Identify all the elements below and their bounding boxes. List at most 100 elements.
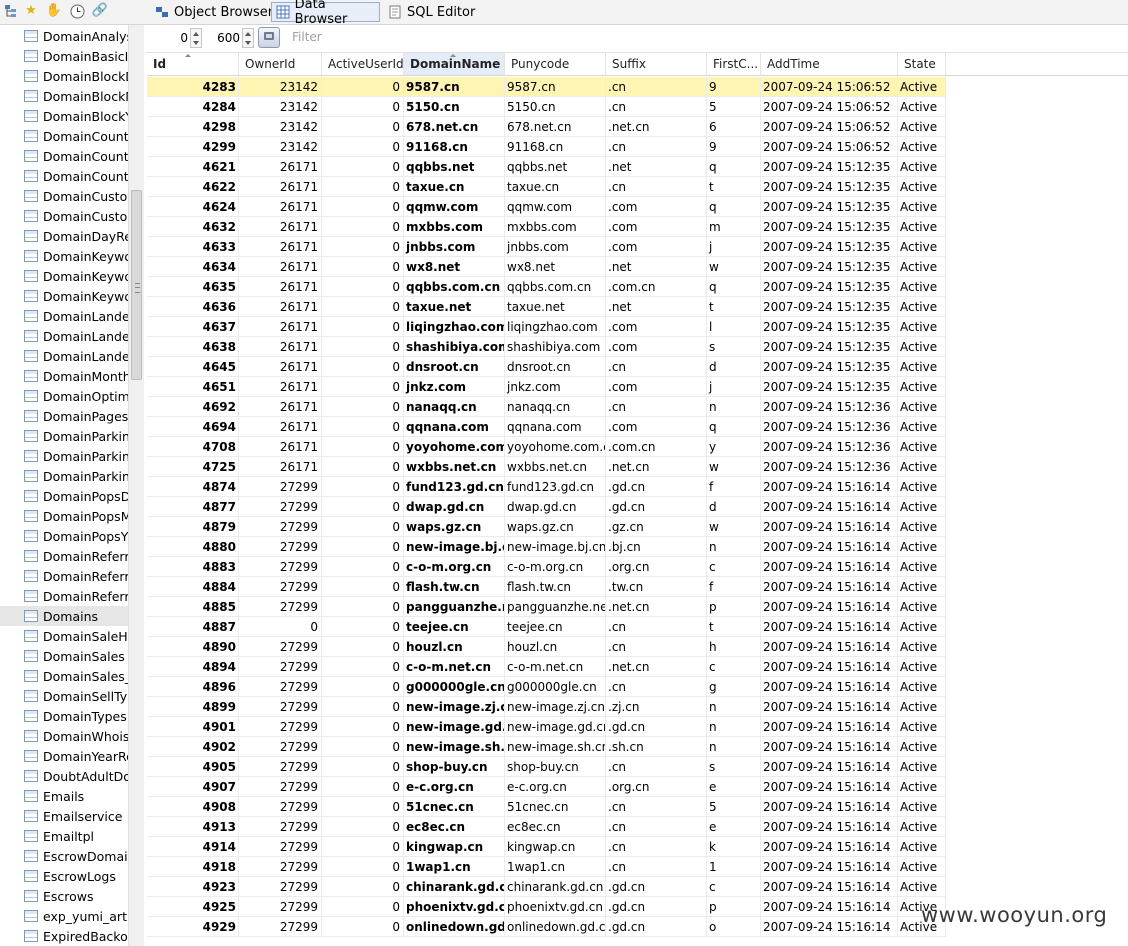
col-suffix-cell[interactable]: .net.cn — [606, 117, 707, 137]
col-id-cell[interactable]: 4634 — [147, 257, 239, 277]
col-suffix-cell[interactable]: .gd.cn — [606, 877, 707, 897]
col-firstchar-cell[interactable]: l — [707, 317, 761, 337]
table-row[interactable]: 4622 26171 0 taxue.cn taxue.cn .cn t 2007-09-24… — [147, 177, 946, 197]
col-state-cell[interactable]: Active — [898, 117, 946, 137]
table-row[interactable]: 4298 23142 0 678.net.cn 678.net.cn .net.cn 6 20… — [147, 117, 946, 137]
col-domainname-cell[interactable]: dnsroot.cn — [404, 357, 505, 377]
col-punycode-cell[interactable]: yoyohome.com.cn — [505, 437, 606, 457]
col-addtime-cell[interactable]: 2007-09-24 15:16:14 — [761, 777, 898, 797]
refresh-button[interactable] — [258, 27, 280, 48]
col-domainname-cell[interactable]: c-o-m.org.cn — [404, 557, 505, 577]
sidebar-item[interactable]: EscrowLogs — [0, 866, 128, 886]
col-activeuserid-cell[interactable]: 0 — [322, 697, 404, 717]
table-row[interactable]: 4899 27299 0 new-image.zj.c new-image.zj.cn.… — [147, 697, 946, 717]
col-addtime-cell[interactable]: 2007-09-24 15:16:14 — [761, 637, 898, 657]
table-row[interactable]: 4879 27299 0 waps.gz.cn waps.gz.cn .gz.cn w 200… — [147, 517, 946, 537]
col-state-cell[interactable]: Active — [898, 537, 946, 557]
col-suffix-cell[interactable]: .cn — [606, 857, 707, 877]
col-firstchar-cell[interactable]: p — [707, 897, 761, 917]
col-punycode-cell[interactable]: flash.tw.cn — [505, 577, 606, 597]
col-addtime-cell[interactable]: 2007-09-24 15:12:35 — [761, 157, 898, 177]
col-ownerid-cell[interactable]: 26171 — [239, 177, 322, 197]
col-punycode-cell[interactable]: 9587.cn — [505, 77, 606, 97]
col-ownerid-cell[interactable]: 27299 — [239, 657, 322, 677]
sidebar-item[interactable]: DomainSales — [0, 646, 128, 666]
col-state-cell[interactable]: Active — [898, 77, 946, 97]
col-addtime-cell[interactable]: 2007-09-24 15:16:14 — [761, 477, 898, 497]
col-punycode-cell[interactable]: e-c.org.cn — [505, 777, 606, 797]
header-col-activeuserid[interactable]: ActiveUserId — [322, 53, 404, 75]
col-state-cell[interactable]: Active — [898, 197, 946, 217]
col-suffix-cell[interactable]: .cn — [606, 617, 707, 637]
col-domainname-cell[interactable]: new-image.zj.c — [404, 697, 505, 717]
col-punycode-cell[interactable]: qqbbs.com.cn — [505, 277, 606, 297]
col-state-cell[interactable]: Active — [898, 317, 946, 337]
col-ownerid-cell[interactable]: 27299 — [239, 797, 322, 817]
col-firstchar-cell[interactable]: p — [707, 597, 761, 617]
col-id-cell[interactable]: 4632 — [147, 217, 239, 237]
col-ownerid-cell[interactable]: 27299 — [239, 637, 322, 657]
offset-input[interactable]: 0 — [160, 29, 188, 47]
col-domainname-cell[interactable]: qqbbs.com.cn — [404, 277, 505, 297]
col-id-cell[interactable]: 4725 — [147, 457, 239, 477]
col-punycode-cell[interactable]: 678.net.cn — [505, 117, 606, 137]
sidebar-item[interactable]: DomainReferr — [0, 586, 128, 606]
col-state-cell[interactable]: Active — [898, 217, 946, 237]
col-punycode-cell[interactable]: shashibiya.com — [505, 337, 606, 357]
col-firstchar-cell[interactable]: j — [707, 237, 761, 257]
sidebar-item[interactable]: Domains — [0, 606, 128, 626]
col-punycode-cell[interactable]: teejee.cn — [505, 617, 606, 637]
clock-icon[interactable] — [69, 3, 85, 19]
col-addtime-cell[interactable]: 2007-09-24 15:16:14 — [761, 697, 898, 717]
col-firstchar-cell[interactable]: t — [707, 617, 761, 637]
table-row[interactable]: 4877 27299 0 dwap.gd.cn dwap.gd.cn .gd.cn d 200… — [147, 497, 946, 517]
col-activeuserid-cell[interactable]: 0 — [322, 797, 404, 817]
col-suffix-cell[interactable]: .net — [606, 257, 707, 277]
col-state-cell[interactable]: Active — [898, 557, 946, 577]
col-ownerid-cell[interactable]: 26171 — [239, 197, 322, 217]
col-firstchar-cell[interactable]: c — [707, 657, 761, 677]
col-punycode-cell[interactable]: pangguanzhe.net — [505, 597, 606, 617]
col-domainname-cell[interactable]: teejee.cn — [404, 617, 505, 637]
col-punycode-cell[interactable]: c-o-m.org.cn — [505, 557, 606, 577]
col-punycode-cell[interactable]: taxue.net — [505, 297, 606, 317]
sidebar-item[interactable]: DomainAnalys — [0, 26, 128, 46]
table-row[interactable]: 4923 27299 0 chinarank.gd.c chinarank.gd.cn.… — [147, 877, 946, 897]
col-punycode-cell[interactable]: qqnana.com — [505, 417, 606, 437]
col-state-cell[interactable]: Active — [898, 877, 946, 897]
col-addtime-cell[interactable]: 2007-09-24 15:06:52 — [761, 77, 898, 97]
col-addtime-cell[interactable]: 2007-09-24 15:16:14 — [761, 517, 898, 537]
col-domainname-cell[interactable]: wx8.net — [404, 257, 505, 277]
link-icon[interactable]: 🔗 — [92, 3, 108, 19]
col-state-cell[interactable]: Active — [898, 577, 946, 597]
sidebar-item[interactable]: DomainCountr — [0, 146, 128, 166]
col-firstchar-cell[interactable]: e — [707, 777, 761, 797]
col-activeuserid-cell[interactable]: 0 — [322, 837, 404, 857]
col-domainname-cell[interactable]: kingwap.cn — [404, 837, 505, 857]
tree-icon[interactable] — [3, 3, 19, 19]
col-suffix-cell[interactable]: .bj.cn — [606, 537, 707, 557]
col-suffix-cell[interactable]: .cn — [606, 137, 707, 157]
col-addtime-cell[interactable]: 2007-09-24 15:16:14 — [761, 877, 898, 897]
col-id-cell[interactable]: 4708 — [147, 437, 239, 457]
col-punycode-cell[interactable]: new-image.bj.cn — [505, 537, 606, 557]
sidebar-item[interactable]: DoubtAdultDo — [0, 766, 128, 786]
tab-sql-editor[interactable]: SQL Editor — [383, 2, 479, 22]
col-addtime-cell[interactable]: 2007-09-24 15:12:35 — [761, 177, 898, 197]
col-id-cell[interactable]: 4929 — [147, 917, 239, 937]
col-activeuserid-cell[interactable]: 0 — [322, 257, 404, 277]
sidebar-item[interactable]: DomainDayRe — [0, 226, 128, 246]
table-row[interactable]: 4283 23142 0 9587.cn 9587.cn .cn 9 2007-09-24 1… — [147, 77, 946, 97]
col-domainname-cell[interactable]: dwap.gd.cn — [404, 497, 505, 517]
table-row[interactable]: 4638 26171 0 shashibiya.com shashibiya.com .c… — [147, 337, 946, 357]
col-ownerid-cell[interactable]: 27299 — [239, 757, 322, 777]
col-suffix-cell[interactable]: .com — [606, 217, 707, 237]
col-domainname-cell[interactable]: jnbbs.com — [404, 237, 505, 257]
sidebar-item[interactable]: Emailtpl — [0, 826, 128, 846]
col-punycode-cell[interactable]: 1wap1.cn — [505, 857, 606, 877]
col-suffix-cell[interactable]: .cn — [606, 357, 707, 377]
col-state-cell[interactable]: Active — [898, 637, 946, 657]
col-activeuserid-cell[interactable]: 0 — [322, 277, 404, 297]
col-punycode-cell[interactable]: onlinedown.gd.cn — [505, 917, 606, 937]
table-row[interactable]: 4883 27299 0 c-o-m.org.cn c-o-m.org.cn .org.c… — [147, 557, 946, 577]
